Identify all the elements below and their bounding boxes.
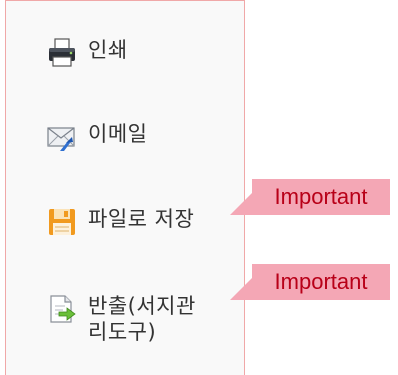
stage: 인쇄 이메일 파일로 저장 반출(서지관 리도구) Important Impo… [0,0,398,375]
callout-pointer [230,278,252,300]
export-label: 반출(서지관 리도구) [88,294,196,344]
export-option[interactable]: 반출(서지관 리도구) [46,293,196,345]
important-callout: Important [252,179,390,215]
save-file-icon [49,209,75,235]
printer-icon [49,38,75,67]
email-label: 이메일 [88,122,148,146]
email-option[interactable]: 이메일 [46,121,147,153]
export-icon [50,295,76,323]
callout-pointer [230,193,252,215]
email-icon [47,127,75,151]
print-label: 인쇄 [88,38,128,62]
save-to-file-label: 파일로 저장 [88,207,195,231]
save-to-file-option[interactable]: 파일로 저장 [46,206,194,238]
export-options-panel: 인쇄 이메일 파일로 저장 반출(서지관 리도구) [5,0,245,375]
important-callout: Important [252,264,390,300]
print-option[interactable]: 인쇄 [46,37,128,69]
